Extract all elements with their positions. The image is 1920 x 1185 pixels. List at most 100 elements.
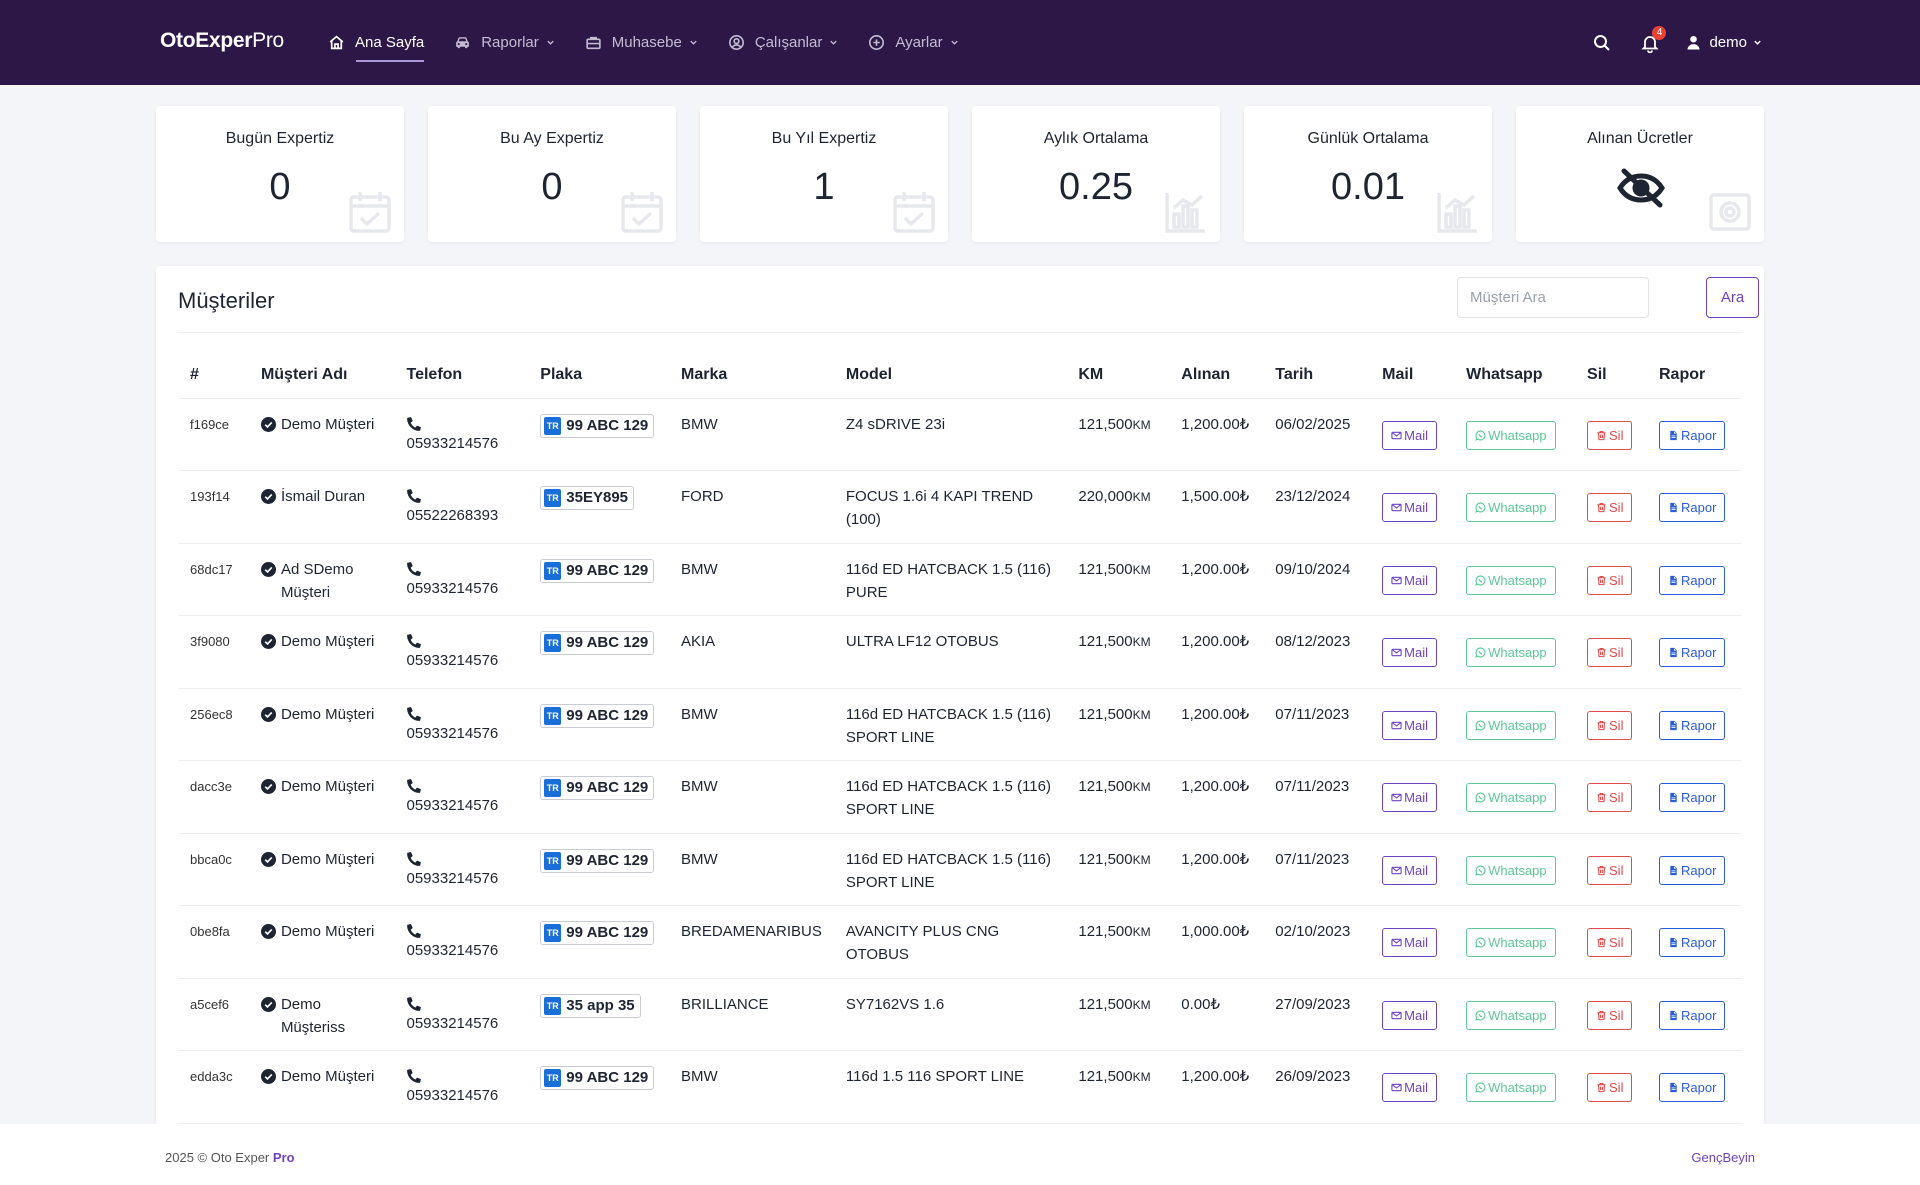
mail-button-label: Mail	[1404, 645, 1429, 660]
customers-table: # Müşteri Adı Telefon Plaka Marka Model KM Alın…	[178, 352, 1742, 1124]
nav-muhasebe[interactable]: Muhasebe	[585, 0, 698, 85]
report-button-label: Rapor	[1680, 500, 1717, 515]
mail-button[interactable]: Mail	[1382, 855, 1438, 885]
report-button[interactable]: Rapor	[1658, 855, 1726, 885]
mail-button[interactable]: Mail	[1382, 493, 1438, 522]
plate-number: 99 ABC 129	[566, 779, 649, 796]
plate-number: 99 ABC 129	[566, 851, 649, 869]
user-menu[interactable]: demo	[1686, 34, 1762, 51]
report-button[interactable]: Rapor	[1658, 638, 1726, 667]
phone-number: 05933214576	[406, 652, 499, 669]
check-circle-icon	[260, 1069, 276, 1084]
plate-number: 35 app 35	[566, 996, 635, 1014]
nav-ayarlar[interactable]: Ayarlar	[868, 0, 958, 85]
nav-ana-sayfa[interactable]: Ana Sayfa	[328, 0, 425, 85]
customer-search-button[interactable]: Ara	[1706, 277, 1759, 318]
delete-button[interactable]: Sil	[1587, 1073, 1633, 1102]
delete-cell: Sil	[1575, 978, 1647, 1051]
whatsapp-button[interactable]: Whatsapp	[1466, 565, 1556, 595]
phone-cell: 05933214576	[394, 543, 529, 616]
plate-country-code: TR	[544, 851, 562, 870]
nav-raporlar[interactable]: Raporlar	[454, 0, 555, 85]
envelope-icon	[1391, 938, 1402, 947]
model-cell: 116d ED HATCBACK 1.5 (116) SPORT LINE	[833, 833, 1067, 906]
envelope-icon	[1391, 576, 1402, 584]
footer-credit-link[interactable]: GençBeyin	[1691, 1150, 1755, 1165]
brand-logo[interactable]: OtoExperPro	[160, 29, 284, 53]
check-circle-icon	[260, 706, 276, 722]
report-button[interactable]: Rapor	[1658, 928, 1726, 957]
brand-cell: BMW	[669, 398, 834, 471]
whatsapp-button[interactable]: Whatsapp	[1466, 638, 1556, 667]
customer-name: Demo Müşteri	[280, 633, 375, 650]
whatsapp-button[interactable]: Whatsapp	[1466, 855, 1556, 885]
amount-cell: 1,200.00₺	[1169, 688, 1264, 761]
calendar-check-icon	[893, 192, 935, 233]
whatsapp-cell: Whatsapp	[1454, 615, 1576, 689]
model-cell: FOCUS 1.6i 4 KAPI TREND (100)	[833, 470, 1067, 544]
whatsapp-button[interactable]: Whatsapp	[1466, 420, 1556, 450]
whatsapp-button[interactable]: Whatsapp	[1466, 493, 1556, 522]
plate-cell: TR 99 ABC 129	[528, 905, 669, 979]
brand-cell: AKIA	[669, 615, 834, 689]
mail-button[interactable]: Mail	[1382, 638, 1438, 667]
search-button[interactable]	[1592, 33, 1612, 53]
report-button[interactable]: Rapor	[1658, 1073, 1726, 1102]
phone-cell: 05933214576	[394, 833, 529, 906]
whatsapp-button[interactable]: Whatsapp	[1466, 710, 1556, 740]
column-header: #	[178, 352, 249, 399]
eye-slash-icon[interactable]	[1616, 168, 1666, 208]
report-button[interactable]: Rapor	[1658, 493, 1726, 522]
whatsapp-button-label: Whatsapp	[1488, 572, 1547, 588]
mail-button[interactable]: Mail	[1382, 710, 1438, 740]
customer-search-input[interactable]	[1457, 277, 1649, 318]
report-button[interactable]: Rapor	[1658, 1000, 1726, 1030]
delete-button[interactable]: Sil	[1587, 855, 1633, 885]
whatsapp-icon	[1475, 865, 1486, 876]
delete-button[interactable]: Sil	[1587, 710, 1633, 740]
report-button[interactable]: Rapor	[1658, 420, 1726, 450]
whatsapp-button[interactable]: Whatsapp	[1466, 1073, 1556, 1102]
whatsapp-button[interactable]: Whatsapp	[1466, 928, 1556, 957]
delete-button[interactable]: Sil	[1587, 493, 1633, 522]
home-icon	[329, 35, 344, 50]
report-button[interactable]: Rapor	[1658, 783, 1726, 812]
delete-button[interactable]: Sil	[1587, 928, 1633, 957]
delete-button[interactable]: Sil	[1587, 638, 1633, 667]
phone-number: 05933214576	[406, 1087, 499, 1104]
report-button[interactable]: Rapor	[1658, 710, 1726, 740]
date-cell: 27/09/2023	[1263, 978, 1371, 1051]
mail-button[interactable]: Mail	[1382, 565, 1438, 595]
delete-button[interactable]: Sil	[1587, 1000, 1633, 1030]
mail-cell: Mail	[1370, 1050, 1455, 1124]
column-header: Plaka	[528, 352, 669, 399]
mail-button[interactable]: Mail	[1382, 928, 1438, 957]
license-plate: TR 99 ABC 129	[540, 1066, 655, 1090]
report-button[interactable]: Rapor	[1658, 565, 1726, 595]
delete-button-label: Sil	[1609, 935, 1624, 950]
delete-button[interactable]: Sil	[1587, 783, 1633, 812]
mail-cell: Mail	[1370, 470, 1455, 544]
km-unit: KM	[1132, 780, 1151, 794]
plate-number: 99 ABC 129	[566, 416, 649, 434]
notifications-button[interactable]: 4	[1640, 25, 1667, 53]
report-cell: Rapor	[1646, 615, 1742, 689]
whatsapp-cell: Whatsapp	[1454, 978, 1576, 1051]
file-icon	[1670, 1010, 1677, 1020]
mail-button[interactable]: Mail	[1382, 1073, 1438, 1102]
stat-card-gunluk-ortalama: Günlük Ortalama 0.01	[1244, 106, 1492, 242]
license-plate: TR 99 ABC 129	[540, 703, 655, 728]
whatsapp-button[interactable]: Whatsapp	[1466, 1000, 1556, 1030]
chevron-down-icon	[547, 40, 554, 45]
nav-calisanlar[interactable]: Çalışanlar	[728, 0, 839, 85]
delete-cell: Sil	[1575, 1050, 1647, 1124]
mail-button[interactable]: Mail	[1382, 420, 1438, 450]
whatsapp-button[interactable]: Whatsapp	[1466, 783, 1556, 812]
envelope-icon	[1391, 431, 1402, 439]
delete-button[interactable]: Sil	[1587, 420, 1633, 450]
mail-button[interactable]: Mail	[1382, 1000, 1438, 1030]
mail-button[interactable]: Mail	[1382, 783, 1438, 812]
column-header: Whatsapp	[1454, 352, 1576, 399]
report-button-label: Rapor	[1680, 572, 1717, 588]
delete-button[interactable]: Sil	[1587, 565, 1633, 595]
